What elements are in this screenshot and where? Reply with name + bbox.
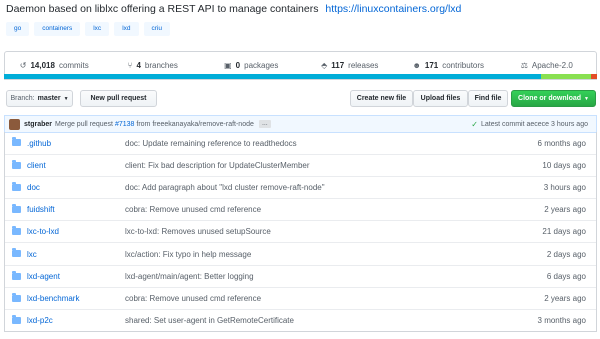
- file-name-link[interactable]: lxd-agent: [27, 272, 60, 281]
- commit-message-suffix: from freeekanayaka/remove-raft-node: [136, 120, 254, 128]
- folder-icon: [12, 270, 21, 280]
- file-commit-message[interactable]: client: Fix bad description for UpdateCl…: [125, 161, 310, 170]
- language-bar[interactable]: [4, 74, 597, 79]
- file-name-link[interactable]: doc: [27, 183, 40, 192]
- file-commit-message[interactable]: lxc/action: Fix typo in help message: [125, 250, 251, 259]
- topic-lxd[interactable]: lxd: [114, 22, 139, 36]
- commits-count: 14,018: [30, 61, 55, 70]
- branches-label: branches: [144, 61, 178, 70]
- file-row: doc doc: Add paragraph about "lxd cluste…: [5, 176, 596, 198]
- file-commit-age: 2 years ago: [544, 293, 586, 303]
- file-commit-age: 2 days ago: [546, 249, 586, 259]
- history-icon: ↺: [19, 61, 27, 70]
- clone-download-button[interactable]: Clone or download ▼: [511, 90, 596, 107]
- avatar[interactable]: [9, 118, 20, 130]
- folder-icon: [12, 292, 21, 302]
- commit-message-prefix: Merge pull request: [55, 120, 113, 128]
- package-icon: ▣: [224, 61, 232, 70]
- file-commit-message[interactable]: lxc-to-lxd: Removes unused setupSource: [125, 227, 271, 236]
- file-commit-age: 6 months ago: [537, 138, 586, 148]
- file-row: lxd-benchmark cobra: Remove unused cmd r…: [5, 286, 596, 309]
- create-new-file-button[interactable]: Create new file: [350, 90, 413, 107]
- topic-go[interactable]: go: [6, 22, 30, 36]
- releases-label: releases: [348, 61, 379, 70]
- folder-icon: [12, 314, 21, 324]
- topic-containers[interactable]: containers: [34, 22, 81, 36]
- file-commit-age: 3 hours ago: [543, 183, 586, 193]
- folder-icon: [12, 248, 21, 258]
- packages-label: packages: [244, 61, 279, 70]
- folder-icon: [12, 182, 21, 192]
- file-name-link[interactable]: lxd-benchmark: [27, 294, 79, 303]
- law-icon: ⚖: [520, 61, 528, 70]
- file-commit-age: 2 years ago: [544, 205, 586, 215]
- topics-list: go containers lxc lxd criu: [6, 22, 170, 36]
- language-segment[interactable]: [591, 74, 597, 79]
- file-toolbar: Branch: master ▼ New pull request Create…: [4, 90, 597, 108]
- file-commit-message[interactable]: cobra: Remove unused cmd reference: [125, 205, 261, 214]
- commit-author-link[interactable]: stgraber: [24, 121, 52, 128]
- file-commit-age: 3 months ago: [537, 315, 586, 325]
- language-segment[interactable]: [4, 74, 541, 79]
- commits-label: commits: [58, 61, 89, 70]
- packages-count: 0: [235, 61, 241, 70]
- license-label: Apache-2.0: [531, 61, 573, 70]
- expand-commit-button[interactable]: …: [258, 120, 271, 128]
- contributors-label: contributors: [442, 61, 485, 70]
- latest-commit-status: ✓ Latest commit aecece 3 hours ago: [471, 116, 588, 132]
- file-row: fuidshift cobra: Remove unused cmd refer…: [5, 198, 596, 220]
- file-row: lxc-to-lxd lxc-to-lxd: Removes unused se…: [5, 220, 596, 242]
- latest-commit-bar: stgraber Merge pull request #7138 from f…: [4, 115, 597, 133]
- file-name-link[interactable]: fuidshift: [27, 205, 55, 214]
- branches-count: 4: [136, 61, 141, 70]
- file-row: lxd-agent lxd-agent/main/agent: Better l…: [5, 264, 596, 287]
- file-row: lxc lxc/action: Fix typo in help message…: [5, 242, 596, 264]
- repo-homepage-link[interactable]: https://linuxcontainers.org/lxd: [325, 3, 461, 15]
- file-name-link[interactable]: lxd-p2c: [27, 316, 53, 325]
- file-commit-age: 10 days ago: [542, 161, 586, 171]
- repo-description-text: Daemon based on liblxc offering a REST A…: [6, 3, 319, 15]
- folder-icon: [12, 204, 21, 214]
- new-pull-request-button[interactable]: New pull request: [80, 90, 157, 107]
- chevron-down-icon: ▼: [584, 95, 589, 102]
- releases-count: 117: [331, 61, 345, 70]
- file-row: lxd-p2c shared: Set user-agent in GetRem…: [5, 308, 596, 331]
- upload-files-button[interactable]: Upload files: [413, 90, 468, 107]
- tag-icon: ⬘: [321, 61, 328, 70]
- file-commit-message[interactable]: lxd-agent/main/agent: Better logging: [125, 272, 254, 281]
- folder-icon: [12, 160, 21, 170]
- contributors-count: 171: [424, 61, 439, 70]
- latest-commit-text[interactable]: Latest commit aecece 3 hours ago: [481, 121, 588, 128]
- file-row: .github doc: Update remaining reference …: [5, 132, 596, 154]
- branch-prefix: Branch:: [10, 95, 35, 102]
- folder-icon: [12, 226, 21, 236]
- check-icon: ✓: [471, 119, 478, 129]
- clone-download-label: Clone or download: [518, 95, 582, 102]
- commit-pr-link[interactable]: #7138: [115, 121, 134, 128]
- branch-icon: ⑂: [127, 61, 133, 70]
- people-icon: ☻: [412, 61, 421, 70]
- chevron-down-icon: ▼: [63, 95, 69, 102]
- file-commit-message[interactable]: doc: Add paragraph about "lxd cluster re…: [125, 183, 325, 192]
- topic-lxc[interactable]: lxc: [85, 22, 110, 36]
- folder-icon: [12, 137, 21, 146]
- file-list: .github doc: Update remaining reference …: [4, 132, 597, 332]
- file-name-link[interactable]: lxc-to-lxd: [27, 227, 59, 236]
- file-name-link[interactable]: client: [27, 161, 46, 170]
- find-file-button[interactable]: Find file: [468, 90, 508, 107]
- branch-select-button[interactable]: Branch: master ▼: [6, 90, 73, 107]
- file-name-link[interactable]: .github: [27, 139, 51, 148]
- file-name-link[interactable]: lxc: [27, 250, 37, 259]
- branch-name: master: [37, 95, 61, 102]
- file-commit-message[interactable]: shared: Set user-agent in GetRemoteCerti…: [125, 316, 294, 325]
- repo-description: Daemon based on liblxc offering a REST A…: [6, 3, 461, 15]
- file-commit-message[interactable]: cobra: Remove unused cmd reference: [125, 294, 261, 303]
- file-commit-age: 21 days ago: [542, 227, 586, 237]
- file-commit-message[interactable]: doc: Update remaining reference to readt…: [125, 139, 297, 148]
- language-segment[interactable]: [540, 74, 592, 79]
- topic-criu[interactable]: criu: [143, 22, 170, 36]
- commit-message: Merge pull request #7138 from freeekanay…: [55, 121, 254, 128]
- file-row: client client: Fix bad description for U…: [5, 154, 596, 176]
- file-commit-age: 6 days ago: [546, 271, 586, 281]
